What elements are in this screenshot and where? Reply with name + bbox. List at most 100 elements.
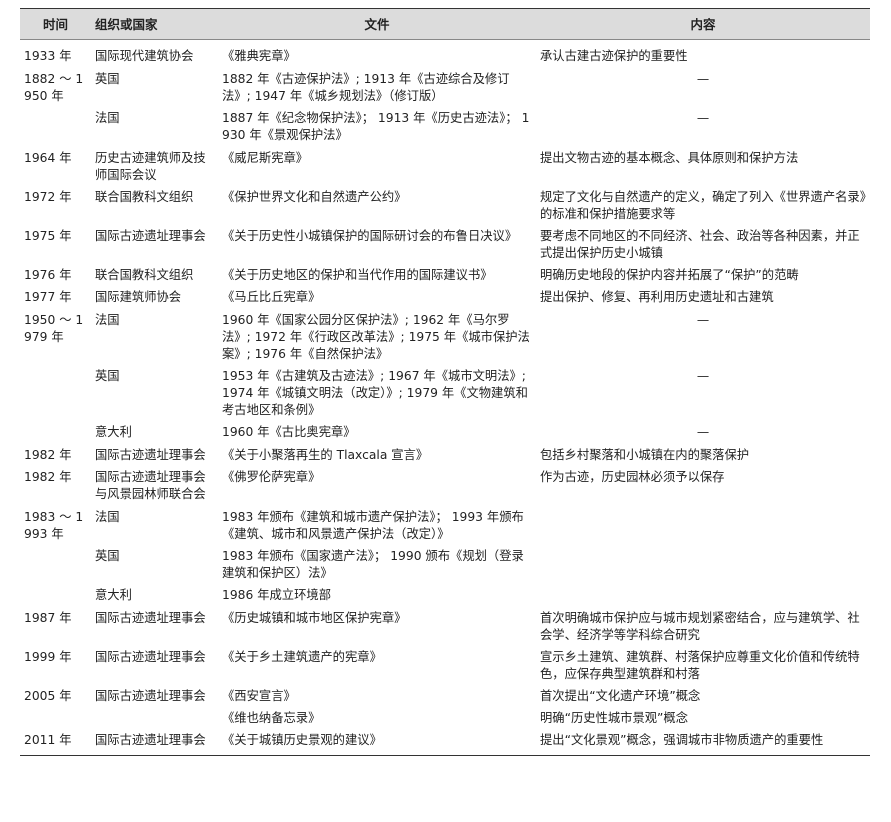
cell-document: 《关于乡土建筑遗产的宪章》 [222, 650, 382, 664]
cell-org: 国际古迹遗址理事会 [95, 229, 206, 243]
cell-org: 国际古迹遗址理事会 [95, 650, 206, 664]
cell-document: 1986 年成立环境部 [222, 588, 331, 602]
cell-content: 要考虑不同地区的不同经济、社会、政治等各种因素，并正式提出保护历史小城镇 [540, 229, 860, 260]
header-org: 组织或国家 [91, 8, 218, 40]
cell-time: 2005 年 [24, 689, 72, 703]
cell-document: 《关于历史地区的保护和当代作用的国际建议书》 [222, 268, 493, 282]
cell-document: 《佛罗伦萨宪章》 [222, 470, 321, 484]
cell-content: — [696, 72, 710, 86]
header-row: 时间 组织或国家 文件 内容 [20, 8, 870, 40]
table-row: 意大利 1986 年成立环境部 [20, 584, 870, 606]
cell-document: 1882 年《古迹保护法》; 1913 年《古迹综合及修订法》; 1947 年《… [222, 72, 510, 103]
policy-history-table: 时间 组织或国家 文件 内容 1933 年 国际现代建筑协会 《雅典宪章》 承认古建古… [20, 8, 870, 756]
cell-time: 1999 年 [24, 650, 72, 664]
cell-org: 英国 [95, 72, 120, 86]
cell-time: 1950 ～ 1979 年 [24, 313, 84, 344]
cell-content: — [696, 369, 710, 383]
cell-content [536, 545, 870, 584]
cell-time: 1964 年 [24, 151, 72, 165]
cell-time [20, 107, 91, 146]
table-row: 1975 年 国际古迹遗址理事会 《关于历史性小城镇保护的国际研讨会的布鲁日决议》 要… [20, 225, 870, 264]
table-row: 1950 ～ 1979 年法国 1960 年《国家公园分区保护法》; 1962 年… [20, 308, 870, 365]
cell-org: 国际建筑师协会 [95, 290, 182, 304]
cell-time: 1972 年 [24, 190, 72, 204]
cell-document: 1983 年颁布《建筑和城市遗产保护法》； 1993 年颁布《建筑、城市和风景遗… [222, 510, 524, 541]
cell-document: 1983 年颁布《国家遗产法》； 1990 颁布《规划（登录建筑和保护区）法》 [222, 549, 524, 580]
cell-content: 首次提出“文化遗产环境”概念 [540, 689, 701, 703]
cell-content: 提出“文化景观”概念，强调城市非物质遗产的重要性 [536, 729, 870, 756]
cell-content: — [696, 111, 710, 125]
cell-time: 1882 ～ 1950 年 [24, 72, 84, 103]
cell-document: 《西安宣言》 [222, 689, 296, 703]
cell-org: 国际古迹遗址理事会与风景园林师联合会 [95, 470, 206, 501]
cell-time [20, 365, 91, 421]
cell-content: 承认古建古迹保护的重要性 [540, 49, 688, 63]
cell-time: 1983 ～ 1993 年 [24, 510, 84, 541]
cell-document: 《关于历史性小城镇保护的国际研讨会的布鲁日决议》 [222, 229, 518, 243]
cell-document: 《历史城镇和城市地区保护宪章》 [222, 611, 407, 625]
header-content: 内容 [536, 8, 870, 40]
cell-org: 英国 [95, 369, 120, 383]
cell-org: 联合国教科文组织 [95, 190, 194, 204]
table-row: 《维也纳备忘录》 明确“历史性城市景观”概念 [20, 707, 870, 729]
cell-content [536, 505, 870, 545]
table-body: 1933 年 国际现代建筑协会 《雅典宪章》 承认古建古迹保护的重要性 1882 ～ 1… [20, 40, 870, 756]
table-header: 时间 组织或国家 文件 内容 [20, 8, 870, 40]
cell-time: 1933 年 [24, 49, 72, 63]
cell-org: 国际古迹遗址理事会 [95, 611, 206, 625]
cell-content: 规定了文化与自然遗产的定义，确定了列入《世界遗产名录》的标准和保护措施要求等 [540, 190, 866, 221]
cell-org: 英国 [95, 549, 120, 563]
table-row: 英国 1953 年《古建筑及古迹法》; 1967 年《城市文明法》; 1974 年… [20, 365, 870, 421]
cell-org: 国际古迹遗址理事会 [95, 689, 206, 703]
header-doc: 文件 [218, 8, 536, 40]
cell-org: 历史古迹建筑师及技师国际会议 [95, 151, 206, 182]
table-row: 1976 年 联合国教科文组织 《关于历史地区的保护和当代作用的国际建议书》 明确历史… [20, 264, 870, 286]
cell-document: 《威尼斯宪章》 [222, 151, 309, 165]
header-time: 时间 [20, 8, 91, 40]
cell-content: 明确历史地段的保护内容并拓展了“保护”的范畴 [540, 268, 799, 282]
cell-document: 1960 年《国家公园分区保护法》; 1962 年《马尔罗法》; 1972 年《… [222, 313, 530, 361]
table-row: 法国 1887 年《纪念物保护法》； 1913 年《历史古迹法》； 1930 年《… [20, 107, 870, 146]
cell-content: 宣示乡土建筑、建筑群、村落保护应尊重文化价值和传统特色，应保存典型建筑群和村落 [540, 650, 860, 681]
cell-time: 2011 年 [20, 729, 91, 756]
cell-document: 1953 年《古建筑及古迹法》; 1967 年《城市文明法》; 1974 年《城… [222, 369, 528, 417]
table-row: 1977 年 国际建筑师协会 《马丘比丘宪章》 提出保护、修复、再利用历史遗址和古建筑 [20, 286, 870, 308]
table-row: 1982 年 国际古迹遗址理事会 《关于小聚落再生的 Tlaxcala 宣言》 包括乡… [20, 443, 870, 466]
cell-time [20, 707, 91, 729]
cell-document: 《保护世界文化和自然遗产公约》 [222, 190, 407, 204]
table-row: 英国 1983 年颁布《国家遗产法》； 1990 颁布《规划（登录建筑和保护区）法… [20, 545, 870, 584]
cell-time [20, 421, 91, 443]
cell-content: 包括乡村聚落和小城镇在内的聚落保护 [540, 448, 750, 462]
cell-time: 1982 年 [24, 448, 72, 462]
cell-org: 联合国教科文组织 [95, 268, 194, 282]
cell-content [536, 584, 870, 606]
cell-time: 1987 年 [24, 611, 72, 625]
cell-org: 法国 [95, 313, 120, 327]
cell-content: 首次明确城市保护应与城市规划紧密结合，应与建筑学、社会学、经济学等学科综合研究 [540, 611, 860, 642]
cell-time [20, 584, 91, 606]
cell-document: 《关于城镇历史景观的建议》 [218, 729, 536, 756]
cell-content: 提出文物古迹的基本概念、具体原则和保护方法 [540, 151, 799, 165]
cell-content: — [696, 425, 710, 439]
cell-time: 1976 年 [24, 268, 72, 282]
table-row: 2005 年 国际古迹遗址理事会 《西安宣言》 首次提出“文化遗产环境”概念 [20, 685, 870, 707]
cell-content: — [696, 313, 710, 327]
table-row: 1882 ～ 1950 年英国 1882 年《古迹保护法》; 1913 年《古迹综… [20, 67, 870, 107]
cell-document: 1887 年《纪念物保护法》； 1913 年《历史古迹法》； 1930 年《景观… [222, 111, 530, 142]
table-row: 2011 年国际古迹遗址理事会 《关于城镇历史景观的建议》 提出“文化景观”概念，强… [20, 729, 870, 756]
cell-document: 《雅典宪章》 [222, 49, 296, 63]
table-row: 1964 年 历史古迹建筑师及技师国际会议 《威尼斯宪章》 提出文物古迹的基本概念、具… [20, 146, 870, 186]
table-row: 1982 年 国际古迹遗址理事会与风景园林师联合会 《佛罗伦萨宪章》 作为古迹，历史园… [20, 466, 870, 505]
cell-document: 《维也纳备忘录》 [222, 711, 321, 725]
cell-time [20, 545, 91, 584]
table-row: 1987 年 国际古迹遗址理事会 《历史城镇和城市地区保护宪章》 首次明确城市保护应与… [20, 606, 870, 646]
table-row: 1933 年 国际现代建筑协会 《雅典宪章》 承认古建古迹保护的重要性 [20, 40, 870, 68]
cell-content: 作为古迹，历史园林必须予以保存 [540, 470, 725, 484]
table-row: 1983 ～ 1993 年法国 1983 年颁布《建筑和城市遗产保护法》； 199… [20, 505, 870, 545]
cell-org [91, 707, 218, 729]
cell-content: 明确“历史性城市景观”概念 [540, 711, 689, 725]
cell-org: 意大利 [95, 588, 132, 602]
cell-document: 《马丘比丘宪章》 [222, 290, 321, 304]
cell-time: 1975 年 [24, 229, 72, 243]
table-row: 1972 年 联合国教科文组织 《保护世界文化和自然遗产公约》 规定了文化与自然遗产的… [20, 186, 870, 225]
